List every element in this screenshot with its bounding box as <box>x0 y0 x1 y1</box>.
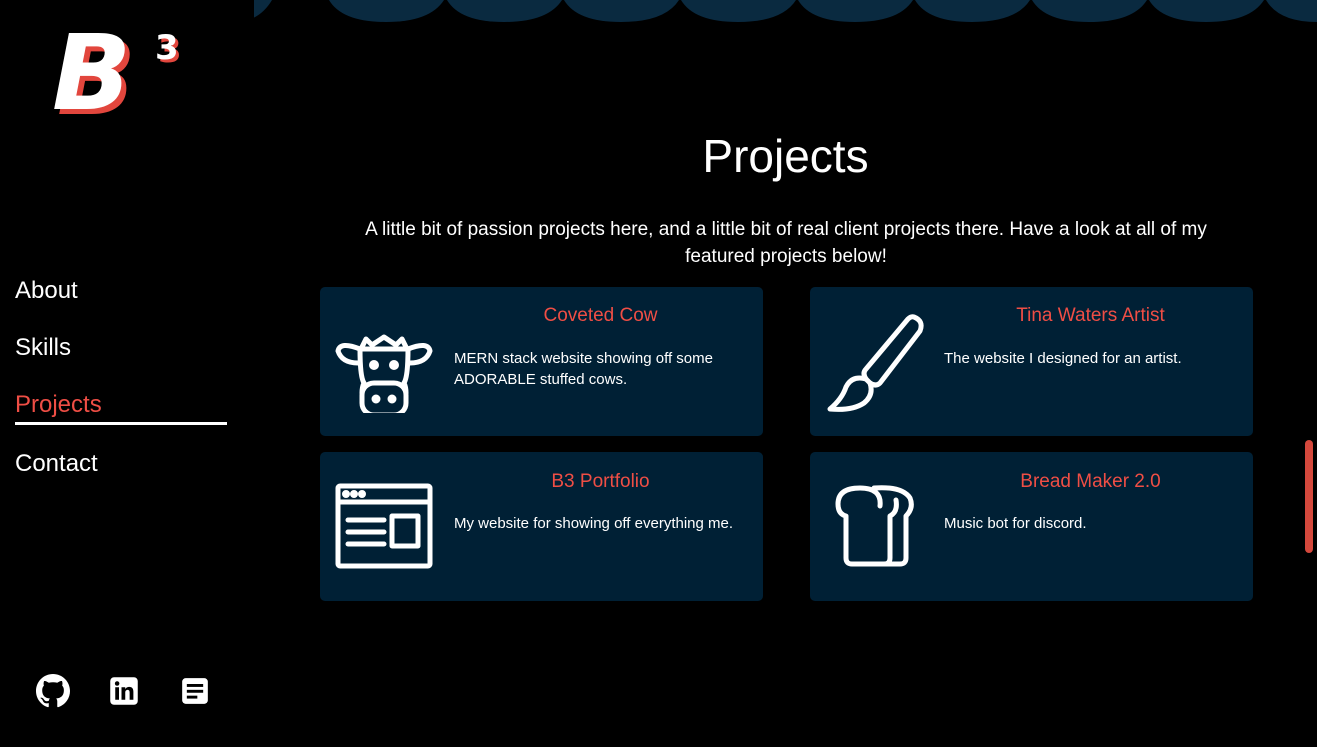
projects-intro: A little bit of passion projects here, a… <box>365 219 1207 267</box>
nav-item-skills[interactable]: Skills <box>15 333 227 363</box>
logo[interactable]: B 3 <box>52 18 192 133</box>
bread-icon <box>822 474 926 578</box>
project-title: Tina Waters Artist <box>1016 305 1165 326</box>
project-title: Coveted Cow <box>543 305 658 326</box>
cow-icon <box>332 309 436 418</box>
browser-window-icon <box>332 474 436 578</box>
main-nav: About Skills Projects Contact <box>15 276 227 506</box>
project-card-bread-maker[interactable]: Bread Maker 2.0 Music bot for discord. <box>810 452 1253 601</box>
github-icon[interactable] <box>36 674 70 708</box>
project-description: Music bot for discord. <box>944 515 1087 532</box>
nav-item-contact[interactable]: Contact <box>15 449 227 479</box>
project-description: The website I designed for an artist. <box>944 350 1182 367</box>
sidebar: B 3 About Skills Projects Contact <box>0 0 254 747</box>
logo-superscript: 3 <box>155 28 179 68</box>
project-card-b3-portfolio[interactable]: B3 Portfolio My website for showing off … <box>320 452 763 601</box>
linkedin-icon[interactable] <box>107 674 141 708</box>
scrollbar-thumb[interactable] <box>1305 440 1313 553</box>
project-description: My website for showing off everything me… <box>454 515 734 532</box>
nav-item-projects[interactable]: Projects <box>15 390 227 425</box>
project-description: MERN stack website showing off some ADOR… <box>454 350 713 388</box>
social-links <box>36 674 212 708</box>
paintbrush-icon <box>822 309 926 413</box>
project-title: B3 Portfolio <box>551 471 650 492</box>
logo-letter: B <box>52 12 131 134</box>
page-title: Projects <box>702 130 869 182</box>
project-card-tina-waters-artist[interactable]: Tina Waters Artist The website I designe… <box>810 287 1253 436</box>
wave-border <box>254 0 1317 22</box>
resume-icon[interactable] <box>178 674 212 708</box>
project-title: Bread Maker 2.0 <box>1020 471 1161 492</box>
project-card-coveted-cow[interactable]: Coveted Cow MERN stack website showing o… <box>320 287 763 436</box>
nav-item-about[interactable]: About <box>15 276 227 306</box>
